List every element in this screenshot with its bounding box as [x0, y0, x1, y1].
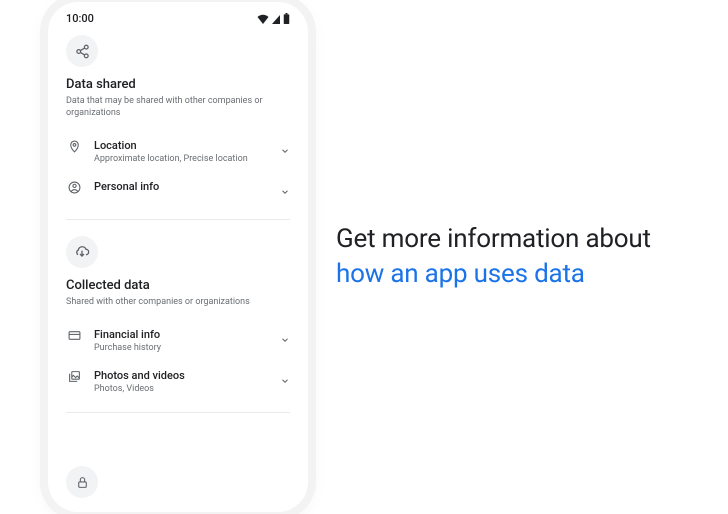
row-subtitle: Photos, Videos: [94, 384, 268, 394]
person-icon: [66, 180, 82, 194]
photo-library-icon: [66, 369, 82, 383]
row-title: Financial info: [94, 328, 268, 341]
chevron-down-icon: [280, 328, 290, 349]
cloud-download-icon: [74, 244, 90, 260]
collected-row-photos[interactable]: Photos and videos Photos, Videos: [66, 361, 290, 402]
row-title: Photos and videos: [94, 369, 268, 382]
wifi-icon: [257, 14, 269, 24]
divider: [66, 219, 290, 220]
lock-icon-circle: [66, 466, 98, 498]
lock-icon: [76, 476, 89, 489]
location-icon: [66, 139, 82, 153]
status-icons: [257, 13, 290, 24]
card-icon: [66, 328, 82, 342]
scroll-area: Data shared Data that may be shared with…: [48, 25, 308, 466]
collected-title: Collected data: [66, 278, 290, 293]
row-subtitle: Purchase history: [94, 343, 268, 353]
chevron-down-icon: [280, 180, 290, 201]
row-title: Location: [94, 139, 268, 152]
status-bar: 10:00: [48, 2, 308, 25]
shared-subtitle: Data that may be shared with other compa…: [66, 95, 290, 119]
lock-section: [48, 466, 308, 512]
chevron-down-icon: [280, 139, 290, 160]
row-title: Personal info: [94, 180, 268, 193]
divider: [66, 412, 290, 413]
collected-row-financial[interactable]: Financial info Purchase history: [66, 320, 290, 361]
headline: Get more information about how an app us…: [336, 222, 651, 292]
shared-title: Data shared: [66, 77, 290, 92]
shared-row-personal[interactable]: Personal info: [66, 172, 290, 209]
phone-frame: 10:00 Data shared Data that may be share…: [48, 2, 308, 512]
collected-section-icon-circle: [66, 236, 98, 268]
share-section-icon-circle: [66, 35, 98, 67]
collected-subtitle: Shared with other companies or organizat…: [66, 296, 290, 308]
cell-icon: [271, 14, 281, 24]
shared-row-location[interactable]: Location Approximate location, Precise l…: [66, 131, 290, 172]
chevron-down-icon: [280, 369, 290, 390]
headline-line1: Get more information about: [336, 222, 651, 257]
headline-line2: how an app uses data: [336, 257, 651, 292]
stage: 10:00 Data shared Data that may be share…: [0, 0, 728, 514]
share-icon: [75, 44, 90, 59]
battery-icon: [283, 13, 290, 24]
status-time: 10:00: [66, 12, 94, 25]
row-subtitle: Approximate location, Precise location: [94, 154, 268, 164]
